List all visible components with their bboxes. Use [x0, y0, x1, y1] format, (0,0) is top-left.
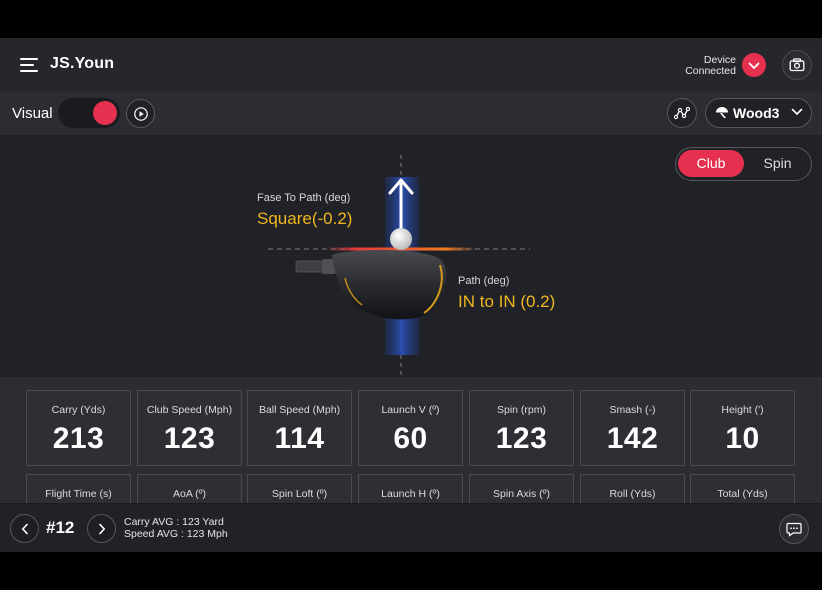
stat-label: Spin Loft (º) — [271, 488, 328, 500]
device-status-line2: Connected — [685, 65, 736, 77]
club-visual-panel: Club Spin Fase To Path (deg) Square(-0.2… — [0, 135, 822, 377]
stat-card-smash[interactable]: Smash (-) 142 — [580, 390, 685, 466]
golf-ball-icon — [716, 107, 728, 118]
stat-label: Club Speed (Mph) — [146, 404, 233, 416]
chat-icon — [786, 522, 802, 536]
club-selector[interactable]: Wood3 — [705, 98, 812, 128]
header: JS.Youn Device Connected — [0, 38, 822, 92]
path-label: Path (deg) — [458, 275, 510, 287]
stat-card-spin-loft[interactable]: Spin Loft (º) — [247, 474, 352, 503]
stat-label: AoA (º) — [172, 488, 206, 500]
speed-avg: Speed AVG : 123 Mph — [124, 528, 228, 540]
stat-card-carry[interactable]: Carry (Yds) 213 — [26, 390, 131, 466]
view-segmented-control: Club Spin — [675, 147, 812, 181]
play-icon — [133, 106, 148, 121]
stat-card-aoa[interactable]: AoA (º) — [137, 474, 242, 503]
stat-value: 60 — [393, 422, 428, 455]
swing-path-button[interactable] — [667, 98, 697, 128]
stat-label: Launch H (º) — [381, 488, 440, 500]
user-name: JS.Youn — [50, 55, 115, 72]
shot-number: #12 — [46, 518, 75, 537]
stat-card-height[interactable]: Height (') 10 — [690, 390, 795, 466]
stat-card-flight-time[interactable]: Flight Time (s) — [26, 474, 131, 503]
check-icon — [748, 62, 760, 69]
stat-label: Spin Axis (º) — [493, 488, 550, 500]
toolbar: Visual Wood3 — [0, 92, 822, 135]
next-shot-button[interactable] — [87, 514, 116, 543]
menu-icon[interactable] — [20, 57, 38, 73]
device-status: Device Connected — [685, 55, 736, 77]
chat-button[interactable] — [779, 514, 809, 544]
path-value: IN to IN (0.2) — [458, 292, 556, 311]
play-button[interactable] — [126, 99, 155, 128]
chevron-right-icon — [98, 523, 105, 534]
stat-value: 10 — [725, 422, 760, 455]
chevron-down-icon — [791, 108, 803, 116]
face-to-path-value: Square(-0.2) — [257, 209, 353, 228]
stat-label: Total (Yds) — [717, 488, 768, 500]
stat-card-club-speed[interactable]: Club Speed (Mph) 123 — [137, 390, 242, 466]
stat-label: Height (') — [721, 404, 764, 416]
stat-value: 213 — [52, 422, 105, 455]
prev-shot-button[interactable] — [10, 514, 39, 543]
club-name: Wood3 — [733, 105, 780, 121]
stat-label: Roll (Yds) — [609, 488, 656, 500]
segment-spin[interactable]: Spin — [746, 150, 809, 177]
stat-value: 114 — [274, 422, 325, 455]
camera-icon — [789, 58, 805, 72]
stat-card-ball-speed[interactable]: Ball Speed (Mph) 114 — [247, 390, 352, 466]
toggle-knob — [93, 101, 117, 125]
footer-bar: #12 Carry AVG : 123 Yard Speed AVG : 123… — [0, 503, 822, 552]
chevron-left-icon — [21, 523, 28, 534]
visual-label: Visual — [12, 105, 53, 122]
device-connected-badge[interactable] — [742, 53, 766, 77]
stat-card-launch-v[interactable]: Launch V (º) 60 — [358, 390, 463, 466]
stat-value: 142 — [606, 422, 659, 455]
path-icon — [674, 106, 690, 120]
stat-card-spin-axis[interactable]: Spin Axis (º) — [469, 474, 574, 503]
stat-value: 123 — [495, 422, 548, 455]
visual-toggle[interactable] — [58, 98, 120, 128]
segment-club[interactable]: Club — [678, 150, 744, 177]
stat-label: Carry (Yds) — [51, 404, 106, 416]
stat-card-spin[interactable]: Spin (rpm) 123 — [469, 390, 574, 466]
carry-avg: Carry AVG : 123 Yard — [124, 516, 224, 528]
stats-grid: Carry (Yds) 213 Club Speed (Mph) 123 Bal… — [0, 377, 822, 503]
stat-label: Ball Speed (Mph) — [258, 404, 341, 416]
stat-card-launch-h[interactable]: Launch H (º) — [358, 474, 463, 503]
stat-label: Spin (rpm) — [496, 404, 546, 416]
averages: Carry AVG : 123 Yard Speed AVG : 123 Mph — [124, 516, 228, 540]
stat-label: Flight Time (s) — [45, 488, 112, 500]
stat-label: Smash (-) — [609, 404, 656, 416]
camera-button[interactable] — [782, 50, 812, 80]
stat-card-roll[interactable]: Roll (Yds) — [580, 474, 685, 503]
stat-value: 123 — [163, 422, 216, 455]
app-window: JS.Youn Device Connected Visual Wood3 Cl… — [0, 38, 822, 552]
stat-card-total[interactable]: Total (Yds) — [690, 474, 795, 503]
face-to-path-label: Fase To Path (deg) — [257, 192, 351, 204]
stat-label: Launch V (º) — [381, 404, 440, 416]
